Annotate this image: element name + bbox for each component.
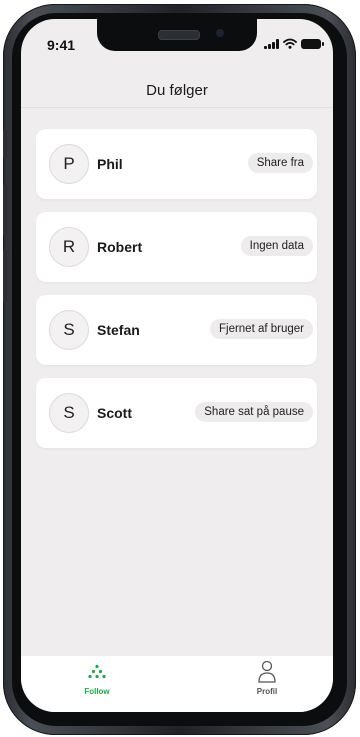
volume-up-button <box>3 184 7 236</box>
status-time: 9:41 <box>47 37 76 53</box>
status-badge: Ingen data <box>240 236 313 256</box>
following-item-phil[interactable]: P Phil Share fra <box>36 129 317 199</box>
following-list: P Phil Share fra R Robert Ingen data S S… <box>36 129 317 461</box>
person-icon <box>258 660 276 683</box>
contact-name: Stefan <box>97 322 140 338</box>
speaker-grille <box>158 30 200 40</box>
avatar: S <box>49 310 89 350</box>
contact-name: Phil <box>97 156 123 172</box>
following-item-robert[interactable]: R Robert Ingen data <box>36 212 317 282</box>
notch <box>97 19 257 51</box>
tab-label: Follow <box>84 687 110 696</box>
status-icons <box>264 38 324 49</box>
contact-name: Robert <box>97 239 143 255</box>
status-badge: Share fra <box>247 153 313 173</box>
tab-profil[interactable]: Profil <box>217 656 317 712</box>
tab-follow[interactable]: Follow <box>47 656 147 712</box>
page-header: Du følger <box>21 59 333 108</box>
volume-down-button <box>3 250 7 302</box>
mute-switch <box>3 130 7 158</box>
front-camera <box>216 29 224 37</box>
signal-icon <box>264 39 279 49</box>
tab-label: Profil <box>256 687 278 696</box>
app-screen: 9:41 Du følger P Phil Share fra R Robert… <box>21 19 333 712</box>
tab-bar: Follow Profil <box>21 656 333 712</box>
status-badge: Share sat på pause <box>195 402 313 422</box>
status-bar: 9:41 <box>21 19 333 59</box>
status-badge: Fjernet af bruger <box>209 319 313 339</box>
contact-name: Scott <box>97 405 132 421</box>
battery-icon <box>301 39 324 49</box>
avatar: S <box>49 393 89 433</box>
follow-dots-icon <box>88 664 106 679</box>
avatar: P <box>49 144 89 184</box>
following-item-scott[interactable]: S Scott Share sat på pause <box>36 378 317 448</box>
page-title: Du følger <box>146 82 208 99</box>
avatar: R <box>49 227 89 267</box>
wifi-icon <box>283 38 297 49</box>
following-item-stefan[interactable]: S Stefan Fjernet af bruger <box>36 295 317 365</box>
